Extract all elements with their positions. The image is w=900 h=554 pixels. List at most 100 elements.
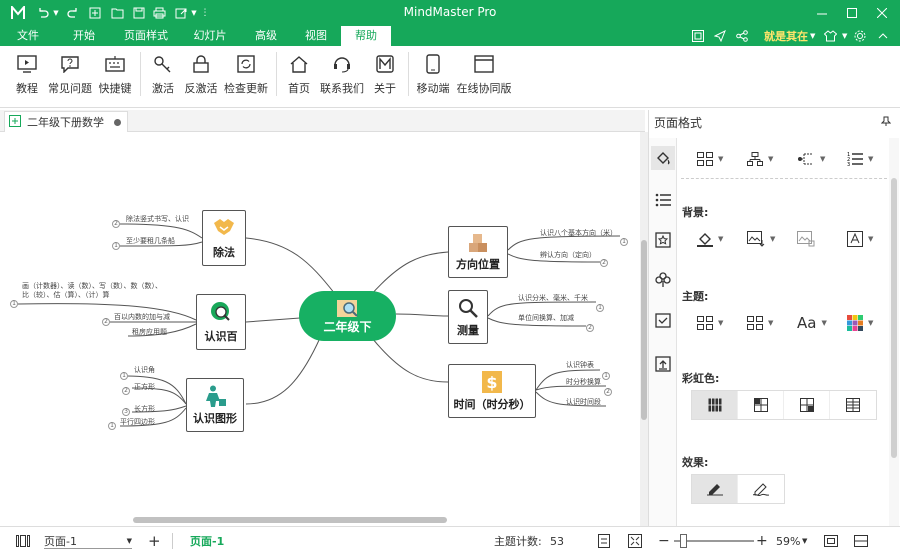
leaf-topic[interactable]: 认识时间段	[566, 398, 601, 407]
tutorial-button[interactable]: 教程	[12, 52, 42, 100]
theme-style-button[interactable]: ▼	[747, 312, 773, 334]
menu-view[interactable]: 视图	[296, 26, 336, 46]
panel-scrollbar[interactable]	[889, 138, 899, 526]
skin-icon[interactable]	[824, 27, 840, 45]
topic-node-tuxing[interactable]: 认识图形	[186, 378, 244, 432]
unsaved-dot-icon[interactable]	[114, 118, 121, 126]
menu-page-style[interactable]: 页面样式	[118, 26, 174, 46]
send-icon[interactable]	[714, 27, 730, 45]
topic-node-renshibai[interactable]: 认识百	[196, 294, 246, 350]
zoom-level[interactable]: 59%	[776, 533, 800, 549]
document-tab[interactable]: 二年级下册数学	[4, 111, 128, 132]
watermark-button[interactable]: ▼	[847, 228, 873, 250]
theme-font-button[interactable]: Aa ▼	[797, 312, 827, 334]
vertical-scrollbar[interactable]	[640, 132, 648, 526]
layout-button[interactable]: ▼	[697, 148, 723, 170]
close-icon[interactable]	[872, 3, 892, 23]
structure-button[interactable]: ▼	[747, 148, 773, 170]
activate-button[interactable]: 激活	[150, 52, 176, 100]
horizontal-scroll-thumb[interactable]	[133, 517, 447, 523]
ribbon-collapse-icon[interactable]	[878, 27, 892, 45]
numbering-button[interactable]: 1 2 3 ▼	[847, 148, 873, 170]
theme-color-button[interactable]: ▼	[847, 312, 873, 334]
check-update-button[interactable]: 检查更新	[224, 52, 268, 100]
zoom-out-button[interactable]: −	[658, 533, 670, 549]
minimize-icon[interactable]	[812, 3, 832, 23]
user-dropdown-icon[interactable]: ▼	[810, 27, 815, 45]
menu-start[interactable]: 开始	[64, 26, 104, 46]
topic-node-shijian[interactable]: $ 时间（时分秒）	[448, 364, 536, 418]
connector-button[interactable]: ▼	[797, 148, 825, 170]
leaf-topic[interactable]: 正方形	[134, 383, 155, 392]
zoom-dropdown-icon[interactable]: ▼	[802, 533, 807, 549]
leaf-topic[interactable]: 认识钟表	[566, 361, 594, 370]
deactivate-button[interactable]: 反激活	[184, 52, 218, 100]
background-color-button[interactable]: ▼	[697, 228, 723, 250]
theme-button[interactable]: ▼	[697, 312, 723, 334]
panel-toggle-icon[interactable]	[854, 533, 868, 549]
root-node[interactable]: 二年级下	[299, 291, 396, 341]
leaf-topic[interactable]: 单位间换算、加减	[518, 314, 574, 323]
leaf-topic[interactable]: 认识分米、毫米、千米	[518, 294, 588, 303]
task-icon[interactable]	[651, 308, 675, 332]
add-page-icon[interactable]: +	[148, 532, 161, 550]
zoom-in-button[interactable]: +	[756, 533, 768, 549]
shortcut-button[interactable]: 快捷键	[98, 52, 132, 100]
fill-bucket-icon[interactable]	[651, 146, 675, 170]
menu-help[interactable]: 帮助	[341, 26, 391, 46]
page-tab-active[interactable]: 页面-1	[190, 533, 224, 549]
vertical-scroll-thumb[interactable]	[641, 240, 647, 420]
leaf-topic[interactable]: 时分秒换算	[566, 378, 601, 387]
leaf-topic[interactable]: 平行四边形	[120, 418, 155, 427]
page-list-icon[interactable]	[16, 533, 30, 549]
share-icon[interactable]	[736, 27, 752, 45]
panel-scroll-thumb[interactable]	[891, 178, 897, 458]
leaf-topic[interactable]: 认识八个基本方向（米）	[540, 229, 617, 238]
leaf-topic[interactable]: 辨认方向（定向）	[540, 251, 596, 260]
page-select[interactable]: 页面-1 ▼	[44, 533, 132, 549]
leaf-topic[interactable]: 百以内数的加与减	[114, 313, 170, 322]
menu-file[interactable]: 文件	[8, 26, 48, 46]
mobile-button[interactable]: 移动端	[416, 52, 450, 100]
faq-button[interactable]: 常见问题	[48, 52, 92, 100]
topic-node-chufa[interactable]: 除法	[202, 210, 246, 266]
fullscreen-toggle-icon[interactable]	[824, 533, 838, 549]
rainbow-option-1[interactable]	[692, 391, 738, 419]
online-collab-button[interactable]: 在线协同版	[456, 52, 512, 100]
remove-background-button[interactable]	[797, 228, 815, 250]
horizontal-scrollbar[interactable]	[0, 516, 640, 524]
contact-button[interactable]: 联系我们	[320, 52, 364, 100]
leaf-topic[interactable]: 画（计数器）、读（数）、写（数）、数（数）、比（较）、估（算）、（计）算	[22, 282, 162, 300]
leaf-topic[interactable]: 租房应用题	[132, 328, 167, 337]
leaf-topic[interactable]: 除法竖式书写、认识	[126, 215, 189, 224]
user-name[interactable]: 就是其在	[764, 27, 808, 45]
zoom-slider-thumb[interactable]	[680, 534, 687, 548]
leaf-topic[interactable]: 至少要租几条船	[126, 237, 175, 246]
clover-icon[interactable]	[651, 268, 675, 292]
menu-slides[interactable]: 幻灯片	[186, 26, 234, 46]
export-upload-icon[interactable]	[651, 352, 675, 376]
maximize-icon[interactable]	[842, 3, 862, 23]
fit-page-icon[interactable]	[598, 533, 610, 549]
settings-icon[interactable]	[854, 27, 868, 45]
mindmap-canvas[interactable]: 二年级下 除法 除法竖式书写、认识 至少要租几条船 2 1 认识百 画（计数器）…	[0, 132, 640, 526]
home-button[interactable]: 首页	[286, 52, 312, 100]
list-icon[interactable]	[651, 188, 675, 212]
effect-option-2[interactable]	[738, 475, 784, 503]
background-image-button[interactable]: ▼	[747, 228, 775, 250]
effect-option-1[interactable]	[692, 475, 738, 503]
fit-screen-icon[interactable]	[628, 533, 642, 549]
pin-icon[interactable]	[880, 116, 892, 129]
leaf-topic[interactable]: 认识角	[134, 366, 155, 375]
topic-node-fangxiang[interactable]: 方向位置	[448, 226, 508, 278]
icon-library-icon[interactable]	[651, 228, 675, 252]
rainbow-option-4[interactable]	[830, 391, 876, 419]
leaf-topic[interactable]: 长方形	[134, 405, 155, 414]
rainbow-option-3[interactable]	[784, 391, 830, 419]
zoom-slider[interactable]	[674, 534, 754, 548]
rainbow-option-2[interactable]	[738, 391, 784, 419]
menu-advanced[interactable]: 高级	[246, 26, 286, 46]
fullscreen-icon[interactable]	[692, 27, 708, 45]
skin-dropdown-icon[interactable]: ▼	[842, 27, 847, 45]
topic-node-celiang[interactable]: 测量	[448, 290, 488, 344]
